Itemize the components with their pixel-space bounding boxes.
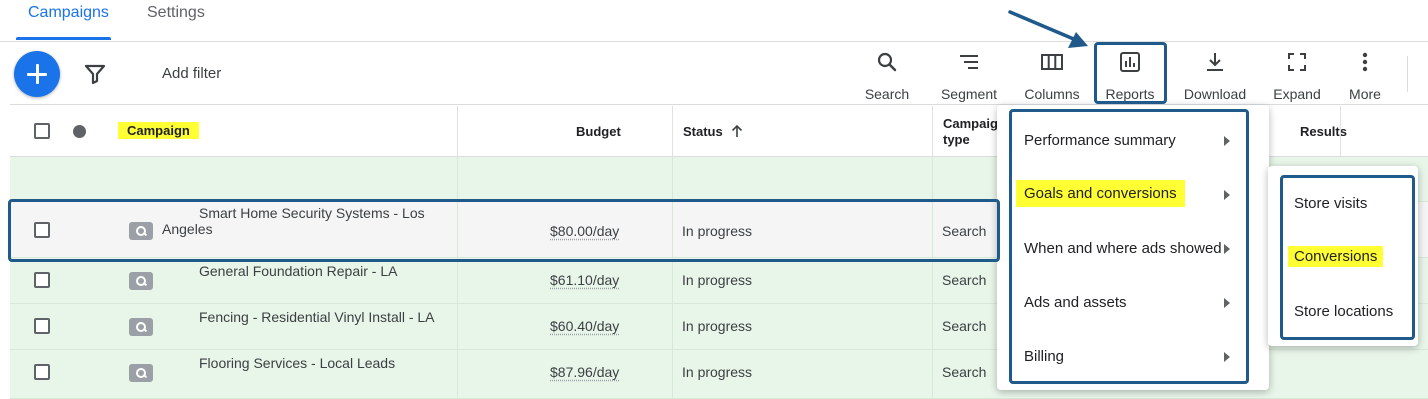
column-divider [457, 258, 458, 303]
status-value: In progress [682, 318, 753, 334]
column-divider [932, 304, 933, 349]
column-divider [672, 157, 673, 201]
menu-item-billing[interactable]: Billing [1024, 348, 1064, 365]
segment-icon [960, 55, 978, 69]
column-divider [932, 157, 933, 201]
fullscreen-icon [1288, 53, 1306, 71]
columns-tool-label: Columns [1024, 86, 1080, 102]
submenu-arrow-icon [1224, 190, 1230, 200]
status-dot-icon [73, 125, 86, 138]
download-tool-button[interactable]: Download [1182, 50, 1248, 102]
budget-value[interactable]: $61.10/day [550, 272, 619, 288]
column-divider [672, 350, 673, 398]
annotation-arrow-icon [1008, 10, 1088, 48]
toolbar-divider [1407, 56, 1408, 92]
goals-submenu: Store visits Conversions Store locations [1268, 166, 1418, 346]
submenu-arrow-icon [1224, 136, 1230, 146]
submenu-item-store-locations[interactable]: Store locations [1294, 303, 1393, 320]
column-divider [457, 350, 458, 398]
menu-item-ads-and-assets[interactable]: Ads and assets [1024, 294, 1127, 311]
column-divider [672, 202, 673, 257]
budget-value[interactable]: $60.40/day [550, 318, 619, 334]
header-status[interactable]: Status [683, 124, 723, 139]
budget-value[interactable]: $87.96/day [550, 364, 619, 380]
reports-tool-label: Reports [1105, 86, 1155, 102]
search-campaign-icon [129, 222, 153, 240]
search-icon [877, 52, 897, 72]
header-campaign-type-line1[interactable]: Campaig [943, 116, 998, 131]
column-divider [672, 304, 673, 349]
campaign-type-value: Search [942, 364, 987, 380]
expand-tool-label: Expand [1273, 86, 1321, 102]
column-divider [457, 304, 458, 349]
status-value: In progress [682, 272, 753, 288]
header-campaign[interactable]: Campaign [118, 122, 199, 139]
column-divider [672, 258, 673, 303]
menu-item-when-and-where[interactable]: When and where ads showed [1024, 240, 1222, 257]
menu-item-goals-and-conversions[interactable]: Goals and conversions [1016, 180, 1185, 207]
filter-icon[interactable] [84, 64, 106, 84]
select-all-checkbox[interactable] [34, 123, 50, 139]
menu-item-performance-summary[interactable]: Performance summary [1024, 132, 1176, 149]
search-campaign-icon [129, 272, 153, 290]
tab-settings[interactable]: Settings [147, 4, 205, 22]
campaign-name[interactable]: Smart Home Security Systems - Los [199, 205, 425, 221]
table-toolbar: Add filter Search Segment Columns Report… [10, 42, 1428, 105]
more-tool-button[interactable]: More [1340, 50, 1390, 102]
campaign-name[interactable]: Fencing - Residential Vinyl Install - LA [199, 309, 435, 325]
header-campaign-type-line2: type [943, 132, 970, 147]
campaign-type-value: Search [942, 318, 987, 334]
add-filter-button[interactable]: Add filter [162, 65, 221, 82]
submenu-item-store-visits[interactable]: Store visits [1294, 195, 1367, 212]
status-value: In progress [682, 364, 753, 380]
row-checkbox[interactable] [34, 318, 50, 334]
submenu-item-conversions[interactable]: Conversions [1288, 246, 1384, 267]
submenu-arrow-icon [1224, 298, 1230, 308]
submenu-arrow-icon [1224, 352, 1230, 362]
reports-menu: Performance summary Goals and conversion… [997, 105, 1269, 390]
header-budget[interactable]: Budget [576, 124, 621, 139]
campaign-name[interactable]: Flooring Services - Local Leads [199, 355, 395, 371]
active-tab-indicator [16, 37, 111, 40]
column-divider [932, 202, 933, 257]
reports-icon [1120, 52, 1140, 72]
row-checkbox[interactable] [34, 222, 50, 238]
column-divider [457, 106, 458, 157]
more-tool-label: More [1349, 86, 1381, 102]
google-ads-campaigns-view: Campaigns Settings Add filter Search Seg… [0, 0, 1428, 399]
column-divider [672, 106, 673, 157]
search-campaign-icon [129, 318, 153, 336]
column-divider [932, 258, 933, 303]
column-divider [1340, 106, 1341, 157]
column-divider [932, 350, 933, 398]
columns-tool-button[interactable]: Columns [1020, 50, 1084, 102]
expand-tool-button[interactable]: Expand [1270, 50, 1324, 102]
segment-tool-button[interactable]: Segment [937, 50, 1001, 102]
status-value: In progress [682, 223, 753, 239]
segment-tool-label: Segment [940, 86, 998, 102]
campaign-name[interactable]: General Foundation Repair - LA [199, 263, 397, 279]
column-divider [457, 202, 458, 257]
campaign-name-wrap[interactable]: Angeles [162, 221, 213, 237]
campaign-type-value: Search [942, 272, 987, 288]
reports-tool-button[interactable]: Reports [1100, 50, 1160, 102]
tab-campaigns[interactable]: Campaigns [28, 4, 109, 22]
search-campaign-icon [129, 364, 153, 382]
download-icon [1207, 53, 1223, 71]
submenu-arrow-icon [1224, 244, 1230, 254]
download-tool-label: Download [1183, 86, 1247, 102]
add-campaign-button[interactable] [14, 51, 60, 97]
campaign-type-value: Search [942, 223, 987, 239]
more-vert-icon [1362, 52, 1368, 72]
search-tool-button[interactable]: Search [860, 50, 914, 102]
sort-ascending-icon[interactable] [730, 124, 744, 138]
budget-value[interactable]: $80.00/day [550, 223, 619, 239]
column-divider [932, 106, 933, 157]
top-tabs: Campaigns Settings [0, 0, 1428, 42]
row-checkbox[interactable] [34, 272, 50, 288]
row-checkbox[interactable] [34, 364, 50, 380]
column-divider [457, 157, 458, 201]
search-tool-label: Search [864, 86, 910, 102]
